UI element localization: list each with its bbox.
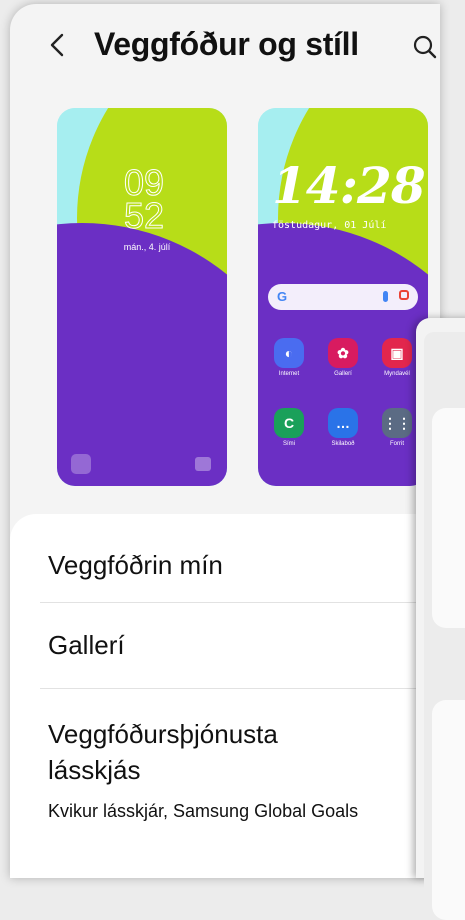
app-internet: ◐ Internet [268,338,310,377]
lens-icon [399,290,409,300]
app-label: Myndavél [384,371,410,377]
mic-icon [383,291,388,302]
apps-icon: ⋮⋮ [382,408,412,438]
top-bar: Veggfóður og stíll [10,4,440,84]
menu-item-lock-screen-service[interactable]: Veggfóðursþjónusta lásskjás [48,716,278,788]
lock-screen-preview[interactable]: 09 52 mán., 4. júlí [57,108,227,486]
app-phone: C Sími [268,408,310,447]
search-icon[interactable] [412,34,438,60]
lock-clock: 09 52 [123,164,165,236]
overlay-card [432,700,465,920]
back-arrow-icon[interactable] [46,30,70,60]
app-drawer: ⋮⋮ Forrit [376,408,418,447]
app-label: Internet [278,371,300,377]
app-label: Gallerí [334,371,352,377]
gallery-icon: ✿ [328,338,358,368]
menu-item-subtitle: Kvikur lásskjár, Samsung Global Goals [48,801,359,821]
phone-icon: C [274,408,304,438]
app-camera: ▣ Myndavél [376,338,418,377]
divider [40,602,440,603]
overlay-card [432,408,465,628]
messages-icon: … [328,408,358,438]
page-title: Veggfóður og stíll [94,26,359,62]
lock-date: mán., 4. júlí [123,242,171,252]
phone-screen: Veggfóður og stíll 09 52 mán., 4. júlí 1… [10,4,440,878]
home-date: föstudagur, 01 Júlí [272,220,387,231]
camera-shortcut-icon [195,457,211,471]
home-screen-preview[interactable]: 14:28 föstudagur, 01 Júlí G ◐ Internet ✿… [258,108,428,486]
divider [40,688,440,689]
menu-list: Veggfóðrin mín Gallerí Veggfóðursþjónust… [10,514,440,878]
app-label: Skilaboð [331,441,355,447]
google-search-bar: G [268,284,418,310]
camera-icon: ▣ [382,338,412,368]
home-clock: 14:28 [272,156,426,215]
google-g-icon: G [277,289,288,304]
menu-item-gallery[interactable]: Gallerí [48,630,125,661]
menu-item-my-wallpapers[interactable]: Veggfóðrin mín [48,550,223,581]
app-gallery: ✿ Gallerí [322,338,364,377]
phone-shortcut-icon [71,454,91,474]
app-label: Sími [283,441,295,447]
lock-clock-minute: 52 [123,195,165,236]
menu-item-title-line: Veggfóðursþjónusta [48,719,278,749]
app-messages: … Skilaboð [322,408,364,447]
menu-item-title-line: lásskjás [48,755,141,785]
internet-icon: ◐ [274,338,304,368]
app-label: Forrit [390,441,404,447]
